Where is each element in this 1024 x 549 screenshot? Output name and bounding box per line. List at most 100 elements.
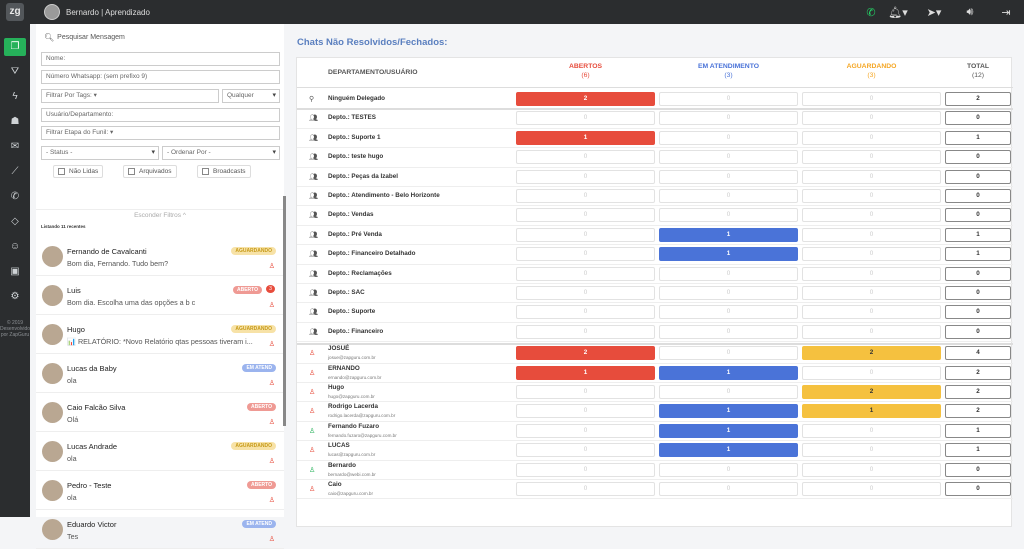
count-cell-att[interactable]: 0 (659, 169, 798, 184)
chat-list-item[interactable]: Hugo 📊 RELATÓRIO: *Novo Relatório qtas pe… (36, 315, 284, 354)
unread-checkbox[interactable]: Não Lidas (53, 165, 104, 178)
count-cell-wait[interactable]: 1 (802, 404, 941, 419)
count-cell-open[interactable]: 2 (516, 92, 655, 106)
chat-list-scrollbar[interactable] (283, 196, 286, 426)
broadcasts-checkbox[interactable]: Broadcasts (197, 165, 251, 178)
count-cell-att[interactable]: 0 (659, 189, 798, 203)
count-cell-wait[interactable]: 0 (802, 482, 941, 496)
count-cell-open[interactable]: 0 (516, 385, 655, 399)
send-icon[interactable]: ➤▾ (916, 0, 952, 24)
count-cell-open[interactable]: 0 (516, 482, 655, 496)
bell-icon[interactable]: 🔔︎▾ (880, 0, 916, 24)
sidebar-gear-icon[interactable]: ⚙ (0, 284, 30, 309)
count-cell-att[interactable]: 0 (659, 482, 798, 496)
chat-list-item[interactable]: Fernando de Cavalcanti Bom dia, Fernando.… (36, 237, 284, 276)
count-cell-open[interactable]: 0 (516, 423, 655, 438)
count-cell-wait[interactable]: 0 (802, 169, 941, 184)
count-cell-wait[interactable]: 0 (802, 208, 941, 223)
archived-checkbox[interactable]: Arquivados (123, 165, 177, 178)
chat-list-item[interactable]: Luis Bom dia. Escolha uma das opções a b … (36, 276, 284, 315)
count-cell-att[interactable]: 0 (659, 130, 798, 145)
count-cell-wait[interactable]: 2 (802, 385, 941, 399)
user-dept-field[interactable]: Usuário/Departamento: (41, 108, 280, 122)
chat-list-item[interactable]: Lucas da Baby ola EM ATEND ♙ (36, 354, 284, 393)
chat-list-item[interactable]: Caio Falcão Silva Olá ABERTO ♙ (36, 393, 284, 432)
count-cell-att[interactable]: 1 (659, 247, 798, 262)
count-cell-open[interactable]: 0 (516, 286, 655, 300)
count-cell-wait[interactable]: 0 (802, 130, 941, 145)
chat-list-item[interactable]: Pedro - Teste ola ABERTO ♙ (36, 471, 284, 510)
count-cell-wait[interactable]: 0 (802, 92, 941, 106)
count-cell-open[interactable]: 0 (516, 266, 655, 281)
whatsapp-icon[interactable]: ✆ (862, 0, 880, 24)
count-cell-att[interactable]: 1 (659, 423, 798, 438)
count-cell-open[interactable]: 0 (516, 189, 655, 203)
count-cell-wait[interactable]: 0 (802, 247, 941, 262)
header-waiting[interactable]: AGUARDANDO (3) (802, 62, 941, 80)
count-cell-open[interactable]: 0 (516, 169, 655, 184)
tags-mode-select[interactable]: Qualquer (222, 89, 280, 103)
user-avatar[interactable] (44, 4, 60, 20)
count-cell-wait[interactable]: 0 (802, 150, 941, 165)
count-cell-att[interactable]: 0 (659, 324, 798, 339)
sidebar-robot-icon[interactable]: ☗ (0, 109, 30, 134)
logout-icon[interactable]: ⇥ (988, 0, 1024, 24)
whatsapp-field[interactable]: Número Whatsapp: (sem prefixo 9) (41, 70, 280, 84)
count-cell-wait[interactable]: 0 (802, 443, 941, 458)
funnel-filter[interactable]: Filtrar Etapa do Funil: ▾ (41, 126, 280, 140)
count-cell-att[interactable]: 0 (659, 286, 798, 300)
count-cell-att[interactable]: 0 (659, 111, 798, 126)
sidebar-phone-icon[interactable]: ✆ (0, 184, 30, 209)
chat-list-item[interactable]: Lucas Andrade ola AGUARDANDO ♙ (36, 432, 284, 471)
count-cell-att[interactable]: 0 (659, 462, 798, 477)
sidebar-chats-icon[interactable]: ❐ (0, 34, 30, 59)
count-cell-open[interactable]: 0 (516, 111, 655, 126)
count-cell-att[interactable]: 0 (659, 305, 798, 320)
count-cell-open[interactable]: 0 (516, 305, 655, 320)
count-cell-open[interactable]: 0 (516, 227, 655, 242)
sidebar-user-icon[interactable]: ☺ (0, 234, 30, 259)
hide-filters-link[interactable]: Esconder Filtros ^ (36, 209, 284, 219)
header-attending[interactable]: EM ATENDIMENTO (3) (659, 62, 798, 80)
tags-filter[interactable]: Filtrar Por Tags: ▾ (41, 89, 219, 103)
count-cell-att[interactable]: 0 (659, 266, 798, 281)
count-cell-open[interactable]: 0 (516, 462, 655, 477)
count-cell-open[interactable]: 0 (516, 324, 655, 339)
count-cell-wait[interactable]: 2 (802, 346, 941, 361)
count-cell-att[interactable]: 1 (659, 404, 798, 419)
count-cell-wait[interactable]: 0 (802, 365, 941, 380)
chat-list-item[interactable]: Eduardo Victor Tes EM ATEND ♙ (36, 510, 284, 549)
count-cell-open[interactable]: 0 (516, 404, 655, 419)
count-cell-wait[interactable]: 0 (802, 266, 941, 281)
count-cell-att[interactable]: 1 (659, 365, 798, 380)
app-logo[interactable]: zg (0, 0, 30, 24)
count-cell-wait[interactable]: 0 (802, 305, 941, 320)
count-cell-att[interactable]: 0 (659, 346, 798, 361)
count-cell-open[interactable]: 2 (516, 346, 655, 361)
count-cell-att[interactable]: 0 (659, 208, 798, 223)
count-cell-open[interactable]: 0 (516, 150, 655, 165)
sidebar-bolt-icon[interactable]: ϟ (0, 84, 30, 109)
count-cell-open[interactable]: 0 (516, 208, 655, 223)
count-cell-wait[interactable]: 0 (802, 227, 941, 242)
status-select[interactable]: - Status - (41, 146, 159, 160)
sidebar-funnel-icon[interactable]: ⛛ (0, 59, 30, 84)
count-cell-open[interactable]: 0 (516, 443, 655, 458)
search-message[interactable]: 🔍︎ Pesquisar Mensagem (36, 24, 284, 50)
count-cell-wait[interactable]: 0 (802, 286, 941, 300)
name-field[interactable]: Nome: (41, 52, 280, 66)
count-cell-wait[interactable]: 0 (802, 189, 941, 203)
count-cell-att[interactable]: 1 (659, 443, 798, 458)
sidebar-tag-icon[interactable]: ◇ (0, 209, 30, 234)
count-cell-wait[interactable]: 0 (802, 111, 941, 126)
count-cell-att[interactable]: 1 (659, 227, 798, 242)
count-cell-att[interactable]: 0 (659, 92, 798, 106)
count-cell-open[interactable]: 1 (516, 365, 655, 380)
order-select[interactable]: - Ordenar Por - (162, 146, 280, 160)
sidebar-mail-icon[interactable]: ✉ (0, 134, 30, 159)
count-cell-wait[interactable]: 0 (802, 462, 941, 477)
header-open[interactable]: ABERTOS (6) (516, 62, 655, 80)
sidebar-image-icon[interactable]: ▣ (0, 259, 30, 284)
count-cell-att[interactable]: 0 (659, 150, 798, 165)
count-cell-wait[interactable]: 0 (802, 324, 941, 339)
